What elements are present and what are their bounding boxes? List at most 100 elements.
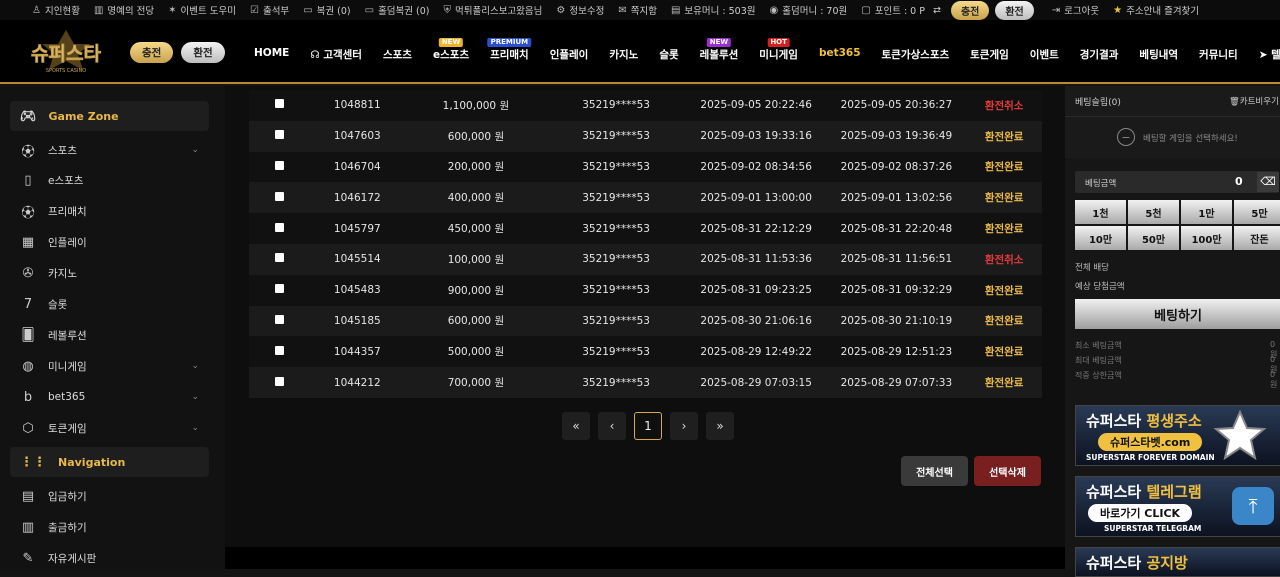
sidebar-nav-item[interactable]: ✎ 자유게시판: [20, 547, 205, 569]
sidebar-item[interactable]: ⚽︎ 스포츠 ⌄: [20, 139, 205, 161]
clear-cart-button[interactable]: 🗑︎카트비우기: [1229, 95, 1279, 107]
nav-item-label: 토큰가상스포츠: [881, 49, 950, 61]
topbar-item[interactable]: ♙ 지인현황: [32, 3, 80, 18]
row-checkbox[interactable]: [274, 222, 284, 232]
cell-requested: 2025-08-29 07:03:15: [685, 367, 827, 398]
notice-banner[interactable]: 슈퍼스타 공지방: [1075, 547, 1280, 577]
row-checkbox[interactable]: [274, 345, 284, 355]
nav-item[interactable]: 슬롯: [659, 47, 678, 62]
nav-item[interactable]: 토큰가상스포츠: [882, 47, 950, 62]
bet-amount-label: 베팅금액: [1085, 179, 1117, 189]
sidebar-item-label: 입금하기: [48, 490, 87, 503]
sidebar-item-label: 카지노: [48, 268, 77, 281]
cell-amount: 1,100,000 원: [405, 90, 547, 121]
topbar-item[interactable]: ✉ 쪽지함: [618, 3, 657, 18]
nav-item[interactable]: 경기결과: [1080, 47, 1119, 62]
nav-item[interactable]: ☊ 고객센터: [310, 47, 362, 62]
topbar-item[interactable]: ⚙ 정보수정: [556, 3, 604, 18]
delete-selected-button[interactable]: 선택삭제: [974, 456, 1041, 486]
slot-machine-icon: 7: [23, 297, 33, 312]
row-checkbox[interactable]: [274, 130, 284, 140]
topbar-item[interactable]: ▢ 포인트 : 0 P: [861, 3, 925, 18]
topbar-item[interactable]: ☑ 출석부: [250, 3, 290, 18]
row-checkbox[interactable]: [274, 284, 284, 294]
topbar-item-label: 보유머니 : 503원: [684, 6, 756, 17]
chip-button[interactable]: 50만: [1128, 226, 1179, 250]
chip-button[interactable]: 100만: [1181, 226, 1232, 250]
place-bet-button[interactable]: 베팅하기: [1075, 299, 1280, 329]
sidebar-item[interactable]: 7 슬롯: [20, 294, 205, 316]
mail-icon: ✉: [618, 4, 627, 16]
minus-circle-icon: −: [1117, 128, 1135, 146]
topbar-withdraw-button[interactable]: 환전: [995, 0, 1034, 20]
topbar-item-label: 홀덤머니 : 70원: [782, 6, 848, 17]
row-checkbox[interactable]: [274, 376, 284, 386]
nav-item[interactable]: 커뮤니티: [1199, 47, 1238, 62]
topbar-item[interactable]: ▭ 복권 (0): [303, 3, 350, 18]
nav-item[interactable]: 인플레이: [550, 47, 589, 62]
row-checkbox[interactable]: [274, 191, 284, 201]
row-checkbox[interactable]: [274, 160, 284, 170]
telegram-banner[interactable]: 슈퍼스타 텔레그램 바로가기 CLICK SUPERSTAR TELEGRAM …: [1075, 476, 1280, 537]
sidebar-item[interactable]: 🂠 레볼루션: [20, 324, 205, 346]
sidebar-item[interactable]: ▯ e스포츠: [20, 170, 205, 192]
row-checkbox[interactable]: [274, 99, 284, 109]
sidebar-item[interactable]: ⬡ 토큰게임 ⌄: [20, 417, 205, 439]
sidebar-item[interactable]: ✇ 카지노: [20, 263, 205, 285]
last-page-button[interactable]: »: [706, 412, 734, 440]
prev-page-button[interactable]: ‹: [598, 412, 626, 440]
header-withdraw-button[interactable]: 환전: [181, 42, 225, 63]
next-page-button[interactable]: ›: [670, 412, 698, 440]
scroll-to-top-icon[interactable]: ⤒: [1232, 487, 1274, 525]
topbar-item[interactable]: ◉ 홀덤머니 : 70원: [770, 3, 848, 18]
chip-button[interactable]: 10만: [1075, 226, 1126, 250]
table-row: 1045514 100,000 원 35219****53 2025-08-31 11…: [249, 243, 1042, 275]
first-page-button[interactable]: «: [562, 412, 590, 440]
sidebar-item[interactable]: b bet365 ⌄: [20, 386, 205, 408]
chip-button[interactable]: 1만: [1181, 200, 1232, 224]
nav-item[interactable]: HOME: [254, 47, 289, 62]
nav-item[interactable]: e스포츠 NEW: [433, 38, 469, 62]
topbar-item[interactable]: ▭ 홀덤복권 (0): [365, 3, 430, 18]
sidebar-nav-item[interactable]: ▤ 입금하기: [20, 485, 205, 507]
nav-item[interactable]: 미니게임 HOT: [759, 38, 798, 62]
sidebar-item[interactable]: ⚽︎ 프리매치: [20, 201, 205, 223]
nav-item[interactable]: 스포츠: [383, 47, 412, 62]
nav-item[interactable]: 레볼루션 NEW: [700, 38, 738, 62]
chip-button[interactable]: 1천: [1075, 200, 1126, 224]
domain-banner[interactable]: 슈퍼스타 평생주소 슈퍼스타벳.com SUPERSTAR FOREVER DO…: [1075, 405, 1280, 466]
nav-item[interactable]: bet365: [819, 47, 861, 62]
sidebar-nav-item[interactable]: ▥ 출금하기: [20, 516, 205, 538]
header-deposit-button[interactable]: 충전: [130, 42, 174, 63]
nav-item[interactable]: 프리매치 PREMIUM: [487, 38, 532, 62]
topbar-item-label: 홀덤복권 (0): [378, 6, 430, 17]
logout-button[interactable]: ⇥ 로그아웃: [1052, 3, 1099, 18]
exchange-icon[interactable]: ⇄: [933, 5, 941, 16]
chip-button[interactable]: 잔돈: [1234, 226, 1280, 250]
sidebar-item[interactable]: ▦ 인플레이: [20, 232, 205, 254]
topbar-item-label: 출석부: [262, 6, 290, 17]
row-checkbox[interactable]: [274, 314, 284, 324]
topbar-deposit-button[interactable]: 충전: [950, 0, 990, 20]
nav-item-label: 인플레이: [549, 49, 589, 61]
topbar-item[interactable]: ⛨ 먹튀폴리스보고왔음님: [443, 3, 543, 18]
bet-amount-field[interactable]: 베팅금액 0 ⌫: [1075, 171, 1279, 193]
select-all-button[interactable]: 전체선택: [901, 456, 968, 486]
nav-item[interactable]: 이벤트: [1030, 47, 1059, 62]
topbar-item[interactable]: ▥ 명예의 전당: [94, 3, 154, 18]
nav-item[interactable]: 베팅내역: [1139, 47, 1178, 62]
nav-item[interactable]: 토큰게임: [970, 47, 1009, 62]
chip-button[interactable]: 5만: [1234, 200, 1280, 224]
page-1-button[interactable]: 1: [634, 412, 662, 440]
row-checkbox[interactable]: [274, 253, 284, 263]
chip-button[interactable]: 5천: [1128, 200, 1179, 224]
site-logo[interactable]: 슈퍼스타 SPORTS CASINO: [16, 28, 116, 76]
bookmark-button[interactable]: ★ 주소안내 즐겨찾기: [1113, 3, 1199, 18]
eraser-icon[interactable]: ⌫: [1257, 172, 1279, 192]
sidebar-item[interactable]: ◍ 미니게임 ⌄: [20, 355, 205, 377]
topbar-item[interactable]: ✶ 이벤트 도우미: [168, 3, 236, 18]
nav-item[interactable]: 카지노: [609, 47, 638, 62]
nav-item[interactable]: ➤ 텔레그램: [1259, 47, 1280, 62]
topbar-item[interactable]: ▤ 보유머니 : 503원: [671, 3, 756, 18]
police-icon: ⛨: [443, 4, 452, 16]
